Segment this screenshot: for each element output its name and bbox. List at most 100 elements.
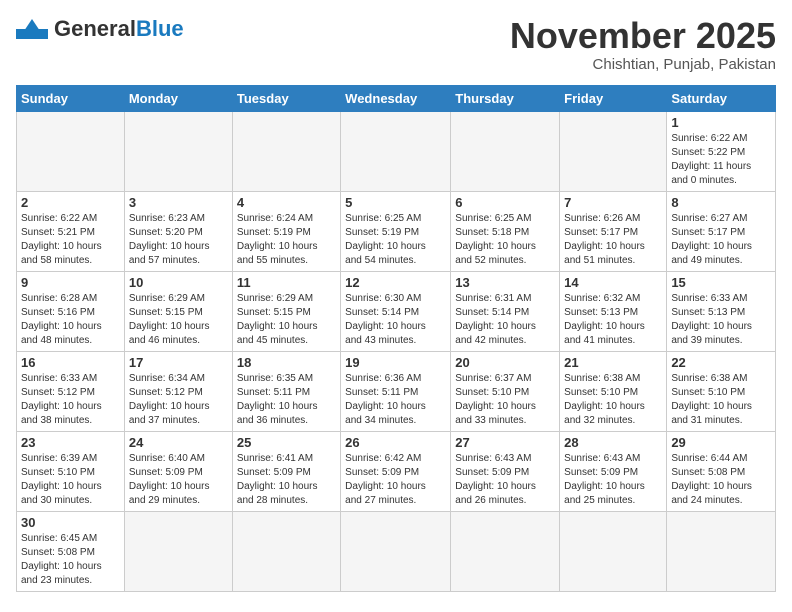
calendar-cell <box>124 511 232 591</box>
day-number: 25 <box>237 435 336 450</box>
calendar-day-header: Thursday <box>451 85 560 111</box>
calendar-cell <box>341 511 451 591</box>
calendar-cell <box>232 111 340 191</box>
calendar-day-header: Saturday <box>667 85 776 111</box>
day-info: Sunrise: 6:37 AM Sunset: 5:10 PM Dayligh… <box>455 372 555 428</box>
calendar-table: SundayMondayTuesdayWednesdayThursdayFrid… <box>16 85 776 592</box>
day-info: Sunrise: 6:29 AM Sunset: 5:15 PM Dayligh… <box>129 292 228 348</box>
calendar-week-row: 2Sunrise: 6:22 AM Sunset: 5:21 PM Daylig… <box>17 191 776 271</box>
day-info: Sunrise: 6:38 AM Sunset: 5:10 PM Dayligh… <box>564 372 662 428</box>
day-number: 13 <box>455 275 555 290</box>
day-info: Sunrise: 6:27 AM Sunset: 5:17 PM Dayligh… <box>671 212 771 268</box>
day-number: 21 <box>564 355 662 370</box>
calendar-cell: 21 Sunrise: 6:38 AM Sunset: 5:10 PM Dayli… <box>560 351 667 431</box>
calendar-cell <box>341 111 451 191</box>
calendar-header-row: SundayMondayTuesdayWednesdayThursdayFrid… <box>17 85 776 111</box>
day-number: 27 <box>455 435 555 450</box>
calendar-cell <box>667 511 776 591</box>
day-number: 17 <box>129 355 228 370</box>
day-number: 1 <box>671 115 771 130</box>
calendar-cell: 7Sunrise: 6:26 AM Sunset: 5:17 PM Daylig… <box>560 191 667 271</box>
calendar-cell: 18Sunrise: 6:35 AM Sunset: 5:11 PM Dayli… <box>232 351 340 431</box>
calendar-cell: 19 Sunrise: 6:36 AM Sunset: 5:11 PM Dayli… <box>341 351 451 431</box>
day-number: 8 <box>671 195 771 210</box>
day-info: Sunrise: 6:36 AM Sunset: 5:11 PM Dayligh… <box>345 372 446 428</box>
calendar-cell <box>451 111 560 191</box>
calendar-cell: 13 Sunrise: 6:31 AM Sunset: 5:14 PM Dayli… <box>451 271 560 351</box>
calendar-cell <box>451 511 560 591</box>
calendar-cell: 20 Sunrise: 6:37 AM Sunset: 5:10 PM Dayli… <box>451 351 560 431</box>
calendar-cell: 8 Sunrise: 6:27 AM Sunset: 5:17 PM Daylig… <box>667 191 776 271</box>
day-info: Sunrise: 6:24 AM Sunset: 5:19 PM Dayligh… <box>237 212 336 268</box>
day-number: 20 <box>455 355 555 370</box>
day-info: Sunrise: 6:22 AM Sunset: 5:21 PM Dayligh… <box>21 212 120 268</box>
calendar-cell: 17 Sunrise: 6:34 AM Sunset: 5:12 PM Dayli… <box>124 351 232 431</box>
calendar-cell: 5 Sunrise: 6:25 AM Sunset: 5:19 PM Daylig… <box>341 191 451 271</box>
calendar-cell: 4 Sunrise: 6:24 AM Sunset: 5:19 PM Daylig… <box>232 191 340 271</box>
day-info: Sunrise: 6:45 AM Sunset: 5:08 PM Dayligh… <box>21 532 120 588</box>
calendar-week-row: 9Sunrise: 6:28 AM Sunset: 5:16 PM Daylig… <box>17 271 776 351</box>
calendar-cell: 11Sunrise: 6:29 AM Sunset: 5:15 PM Dayli… <box>232 271 340 351</box>
calendar-cell: 26Sunrise: 6:42 AM Sunset: 5:09 PM Dayli… <box>341 431 451 511</box>
day-info: Sunrise: 6:32 AM Sunset: 5:13 PM Dayligh… <box>564 292 662 348</box>
calendar-cell: 25 Sunrise: 6:41 AM Sunset: 5:09 PM Dayli… <box>232 431 340 511</box>
calendar-cell: 12 Sunrise: 6:30 AM Sunset: 5:14 PM Dayli… <box>341 271 451 351</box>
day-info: Sunrise: 6:33 AM Sunset: 5:13 PM Dayligh… <box>671 292 771 348</box>
calendar-cell <box>17 111 125 191</box>
calendar-cell: 29Sunrise: 6:44 AM Sunset: 5:08 PM Dayli… <box>667 431 776 511</box>
title-block: November 2025 Chishtian, Punjab, Pakista… <box>510 16 776 73</box>
day-number: 16 <box>21 355 120 370</box>
day-info: Sunrise: 6:30 AM Sunset: 5:14 PM Dayligh… <box>345 292 446 348</box>
calendar-day-header: Friday <box>560 85 667 111</box>
calendar-week-row: 23Sunrise: 6:39 AM Sunset: 5:10 PM Dayli… <box>17 431 776 511</box>
day-info: Sunrise: 6:43 AM Sunset: 5:09 PM Dayligh… <box>564 452 662 508</box>
day-number: 10 <box>129 275 228 290</box>
day-number: 9 <box>21 275 120 290</box>
calendar-cell: 22 Sunrise: 6:38 AM Sunset: 5:10 PM Dayli… <box>667 351 776 431</box>
calendar-day-header: Tuesday <box>232 85 340 111</box>
page-header: GeneralBlue November 2025 Chishtian, Pun… <box>16 16 776 73</box>
day-info: Sunrise: 6:25 AM Sunset: 5:19 PM Dayligh… <box>345 212 446 268</box>
calendar-cell: 28 Sunrise: 6:43 AM Sunset: 5:09 PM Dayli… <box>560 431 667 511</box>
day-number: 23 <box>21 435 120 450</box>
calendar-day-header: Wednesday <box>341 85 451 111</box>
day-info: Sunrise: 6:25 AM Sunset: 5:18 PM Dayligh… <box>455 212 555 268</box>
day-number: 4 <box>237 195 336 210</box>
day-number: 11 <box>237 275 336 290</box>
logo-icon <box>16 19 48 39</box>
day-number: 18 <box>237 355 336 370</box>
day-info: Sunrise: 6:40 AM Sunset: 5:09 PM Dayligh… <box>129 452 228 508</box>
logo: GeneralBlue <box>16 16 184 42</box>
calendar-cell <box>560 511 667 591</box>
day-number: 19 <box>345 355 446 370</box>
location: Chishtian, Punjab, Pakistan <box>510 56 776 73</box>
day-info: Sunrise: 6:38 AM Sunset: 5:10 PM Dayligh… <box>671 372 771 428</box>
day-number: 3 <box>129 195 228 210</box>
calendar-day-header: Sunday <box>17 85 125 111</box>
day-number: 28 <box>564 435 662 450</box>
day-info: Sunrise: 6:22 AM Sunset: 5:22 PM Dayligh… <box>671 132 771 188</box>
calendar-cell: 14Sunrise: 6:32 AM Sunset: 5:13 PM Dayli… <box>560 271 667 351</box>
day-number: 22 <box>671 355 771 370</box>
day-info: Sunrise: 6:41 AM Sunset: 5:09 PM Dayligh… <box>237 452 336 508</box>
calendar-cell: 27 Sunrise: 6:43 AM Sunset: 5:09 PM Dayli… <box>451 431 560 511</box>
calendar-week-row: 16 Sunrise: 6:33 AM Sunset: 5:12 PM Dayli… <box>17 351 776 431</box>
logo-text: GeneralBlue <box>54 16 184 42</box>
calendar-cell: 10 Sunrise: 6:29 AM Sunset: 5:15 PM Dayli… <box>124 271 232 351</box>
calendar-cell: 6Sunrise: 6:25 AM Sunset: 5:18 PM Daylig… <box>451 191 560 271</box>
day-number: 12 <box>345 275 446 290</box>
calendar-cell: 16 Sunrise: 6:33 AM Sunset: 5:12 PM Dayli… <box>17 351 125 431</box>
calendar-cell: 3Sunrise: 6:23 AM Sunset: 5:20 PM Daylig… <box>124 191 232 271</box>
day-info: Sunrise: 6:43 AM Sunset: 5:09 PM Dayligh… <box>455 452 555 508</box>
day-number: 29 <box>671 435 771 450</box>
calendar-cell: 23Sunrise: 6:39 AM Sunset: 5:10 PM Dayli… <box>17 431 125 511</box>
day-info: Sunrise: 6:33 AM Sunset: 5:12 PM Dayligh… <box>21 372 120 428</box>
day-number: 5 <box>345 195 446 210</box>
day-info: Sunrise: 6:34 AM Sunset: 5:12 PM Dayligh… <box>129 372 228 428</box>
day-info: Sunrise: 6:31 AM Sunset: 5:14 PM Dayligh… <box>455 292 555 348</box>
calendar-cell: 1 Sunrise: 6:22 AM Sunset: 5:22 PM Daylig… <box>667 111 776 191</box>
calendar-cell <box>124 111 232 191</box>
day-info: Sunrise: 6:26 AM Sunset: 5:17 PM Dayligh… <box>564 212 662 268</box>
calendar-week-row: 1 Sunrise: 6:22 AM Sunset: 5:22 PM Daylig… <box>17 111 776 191</box>
calendar-week-row: 30Sunrise: 6:45 AM Sunset: 5:08 PM Dayli… <box>17 511 776 591</box>
